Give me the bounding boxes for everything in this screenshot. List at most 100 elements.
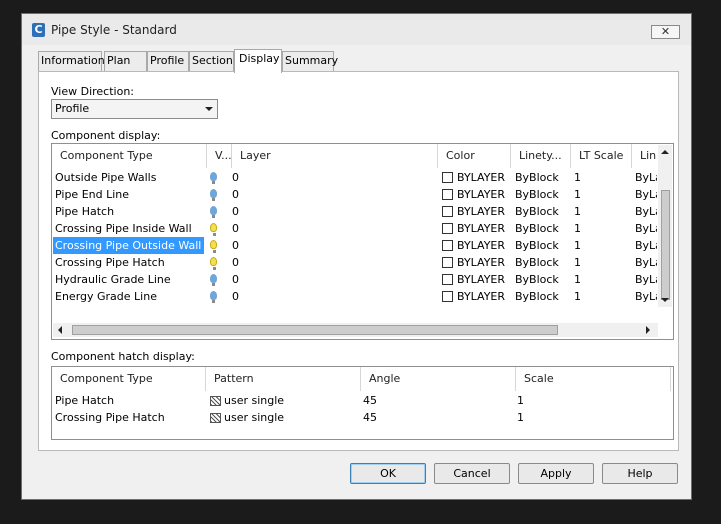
column-header-scale[interactable]: Scale bbox=[516, 367, 671, 391]
linetype-cell: ByBlock bbox=[515, 222, 559, 235]
help-button[interactable]: Help bbox=[602, 463, 678, 484]
lineweight-cell: ByLa bbox=[635, 188, 657, 201]
column-header-lt-scale[interactable]: LT Scale bbox=[571, 144, 632, 168]
column-header-pattern[interactable]: Pattern bbox=[206, 367, 361, 391]
lightbulb-on-icon[interactable] bbox=[210, 223, 217, 236]
table-row[interactable]: Crossing Pipe Outside Wall 0 BYLAYER ByBloc… bbox=[52, 237, 673, 254]
color-cell: BYLAYER bbox=[457, 239, 506, 252]
table-row[interactable]: Crossing Pipe Hatch 0 BYLAYER ByBlock 1 ByLa bbox=[52, 254, 673, 271]
table-row[interactable]: Outside Pipe Walls 0 BYLAYER ByBlock 1 ByLa bbox=[52, 169, 673, 186]
ok-button[interactable]: OK bbox=[350, 463, 426, 484]
color-cell: BYLAYER bbox=[457, 222, 506, 235]
color-cell: BYLAYER bbox=[457, 188, 506, 201]
scroll-right-icon[interactable] bbox=[646, 326, 650, 334]
column-header-angle[interactable]: Angle bbox=[361, 367, 516, 391]
table-row[interactable]: Hydraulic Grade Line 0 BYLAYER ByBlock 1 ByLa bbox=[52, 271, 673, 288]
table-row[interactable]: Pipe Hatch user single 45 1 bbox=[52, 392, 673, 409]
component-type-cell: Pipe End Line bbox=[55, 188, 130, 201]
lt-scale-cell: 1 bbox=[574, 239, 581, 252]
scale-cell: 1 bbox=[517, 394, 524, 407]
scroll-up-icon[interactable] bbox=[661, 150, 669, 154]
component-display-label: Component display: bbox=[51, 129, 161, 142]
color-swatch[interactable] bbox=[442, 172, 453, 183]
component-display-table: Component Type V... Layer Color Linety..… bbox=[51, 143, 674, 340]
tab-profile[interactable]: Profile bbox=[147, 51, 189, 71]
column-header-visible[interactable]: V... bbox=[207, 144, 232, 168]
table-row[interactable]: Crossing Pipe Hatch user single 45 1 bbox=[52, 409, 673, 426]
tab-summary[interactable]: Summary bbox=[282, 51, 338, 71]
tab-section[interactable]: Section bbox=[189, 51, 234, 71]
color-cell: BYLAYER bbox=[457, 290, 506, 303]
pipe-style-dialog: C Pipe Style - Standard ✕ Information Pl… bbox=[21, 13, 692, 500]
layer-cell: 0 bbox=[232, 273, 239, 286]
tab-label: Section bbox=[192, 54, 233, 67]
angle-cell: 45 bbox=[363, 394, 377, 407]
table-row[interactable]: Pipe Hatch 0 BYLAYER ByBlock 1 ByLa bbox=[52, 203, 673, 220]
color-cell: BYLAYER bbox=[457, 273, 506, 286]
lineweight-cell: ByLa bbox=[635, 273, 657, 286]
lightbulb-off-icon[interactable] bbox=[210, 189, 217, 201]
lt-scale-cell: 1 bbox=[574, 222, 581, 235]
chevron-down-icon bbox=[205, 107, 213, 111]
scale-cell: 1 bbox=[517, 411, 524, 424]
component-hatch-display-label: Component hatch display: bbox=[51, 350, 195, 363]
pattern-cell: user single bbox=[224, 394, 285, 407]
lineweight-cell: ByLa bbox=[635, 171, 657, 184]
linetype-cell: ByBlock bbox=[515, 205, 559, 218]
apply-button[interactable]: Apply bbox=[518, 463, 594, 484]
component-type-cell: Hydraulic Grade Line bbox=[55, 273, 171, 286]
color-swatch[interactable] bbox=[442, 240, 453, 251]
component-type-cell: Crossing Pipe Hatch bbox=[55, 256, 165, 269]
linetype-cell: ByBlock bbox=[515, 256, 559, 269]
tab-plan[interactable]: Plan bbox=[104, 51, 147, 71]
lightbulb-off-icon[interactable] bbox=[210, 206, 217, 218]
component-type-cell: Pipe Hatch bbox=[55, 394, 115, 407]
horizontal-scrollbar[interactable] bbox=[53, 323, 658, 337]
lightbulb-on-icon[interactable] bbox=[210, 240, 217, 253]
table-row[interactable]: Pipe End Line 0 BYLAYER ByBlock 1 ByLa bbox=[52, 186, 673, 203]
column-header-color[interactable]: Color bbox=[438, 144, 511, 168]
column-header-linetype[interactable]: Linety... bbox=[511, 144, 571, 168]
color-cell: BYLAYER bbox=[457, 205, 506, 218]
layer-cell: 0 bbox=[232, 290, 239, 303]
color-swatch[interactable] bbox=[442, 291, 453, 302]
cancel-button[interactable]: Cancel bbox=[434, 463, 510, 484]
view-direction-select[interactable]: Profile bbox=[51, 99, 218, 119]
lineweight-cell: ByLa bbox=[635, 290, 657, 303]
lightbulb-off-icon[interactable] bbox=[210, 291, 217, 303]
component-type-cell: Outside Pipe Walls bbox=[55, 171, 157, 184]
layer-cell: 0 bbox=[232, 188, 239, 201]
view-direction-value: Profile bbox=[55, 102, 90, 115]
scroll-left-icon[interactable] bbox=[58, 326, 62, 334]
column-header-layer[interactable]: Layer bbox=[232, 144, 438, 168]
color-swatch[interactable] bbox=[442, 189, 453, 200]
linetype-cell: ByBlock bbox=[515, 239, 559, 252]
lightbulb-off-icon[interactable] bbox=[210, 172, 217, 184]
component-type-cell: Pipe Hatch bbox=[55, 205, 115, 218]
color-swatch[interactable] bbox=[442, 206, 453, 217]
component-type-cell: Energy Grade Line bbox=[55, 290, 157, 303]
hatch-pattern-icon bbox=[210, 396, 221, 406]
table-row[interactable]: Crossing Pipe Inside Wall 0 BYLAYER ByBlock… bbox=[52, 220, 673, 237]
color-swatch[interactable] bbox=[442, 223, 453, 234]
linetype-cell: ByBlock bbox=[515, 171, 559, 184]
hatch-pattern-icon bbox=[210, 413, 221, 423]
lightbulb-on-icon[interactable] bbox=[210, 257, 217, 270]
color-swatch[interactable] bbox=[442, 257, 453, 268]
table-row[interactable]: Energy Grade Line 0 BYLAYER ByBlock 1 ByLa bbox=[52, 288, 673, 305]
tab-display[interactable]: Display bbox=[234, 49, 282, 73]
horizontal-scroll-thumb[interactable] bbox=[72, 325, 558, 335]
column-header-component-type[interactable]: Component Type bbox=[52, 367, 206, 391]
lt-scale-cell: 1 bbox=[574, 188, 581, 201]
tab-label: Profile bbox=[150, 54, 185, 67]
component-type-cell: Crossing Pipe Hatch bbox=[55, 411, 165, 424]
close-button[interactable]: ✕ bbox=[651, 25, 680, 39]
column-header-component-type[interactable]: Component Type bbox=[52, 144, 207, 168]
lt-scale-cell: 1 bbox=[574, 273, 581, 286]
view-direction-label: View Direction: bbox=[51, 85, 134, 98]
lightbulb-off-icon[interactable] bbox=[210, 274, 217, 286]
color-swatch[interactable] bbox=[442, 274, 453, 285]
color-cell: BYLAYER bbox=[457, 171, 506, 184]
tab-information[interactable]: Information bbox=[38, 51, 105, 71]
component-hatch-display-table: Component Type Pattern Angle Scale Pipe … bbox=[51, 366, 674, 440]
